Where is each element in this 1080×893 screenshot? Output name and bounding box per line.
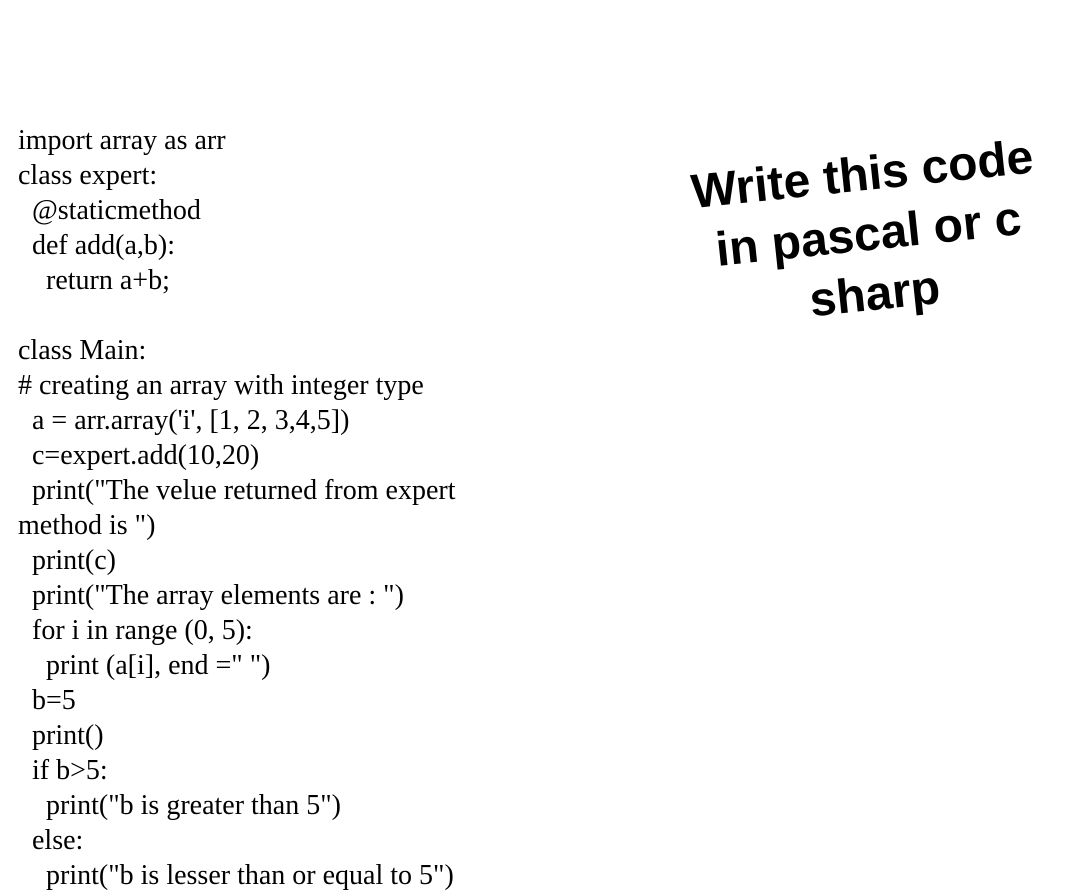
code-line: print(c) <box>18 545 116 576</box>
code-line: print("The velue returned from expert <box>18 475 455 506</box>
code-line: print("The array elements are : ") <box>18 580 404 611</box>
code-line: else: <box>18 825 83 856</box>
code-line: c=expert.add(10,20) <box>18 440 259 471</box>
code-block: import array as arr class expert: @stati… <box>18 88 455 893</box>
code-line: a = arr.array('i', [1, 2, 3,4,5]) <box>18 405 349 436</box>
code-line: import array as arr <box>18 125 226 156</box>
code-line: def add(a,b): <box>18 230 175 261</box>
annotation-overlay: Write this code in pascal or c sharp <box>688 128 1048 343</box>
code-line: if b>5: <box>18 755 108 786</box>
code-line: print("b is greater than 5") <box>18 790 341 821</box>
code-line: print() <box>18 720 104 751</box>
code-line: print (a[i], end =" ") <box>18 650 270 681</box>
code-line: return a+b; <box>18 265 170 296</box>
code-line: class expert: <box>18 160 157 191</box>
code-line: class Main: <box>18 335 146 366</box>
code-line: for i in range (0, 5): <box>18 615 253 646</box>
code-line: print("b is lesser than or equal to 5") <box>18 860 454 891</box>
code-line: method is ") <box>18 510 155 541</box>
code-line: # creating an array with integer type <box>18 370 424 401</box>
code-line: b=5 <box>18 685 76 716</box>
code-line: @staticmethod <box>18 195 201 226</box>
